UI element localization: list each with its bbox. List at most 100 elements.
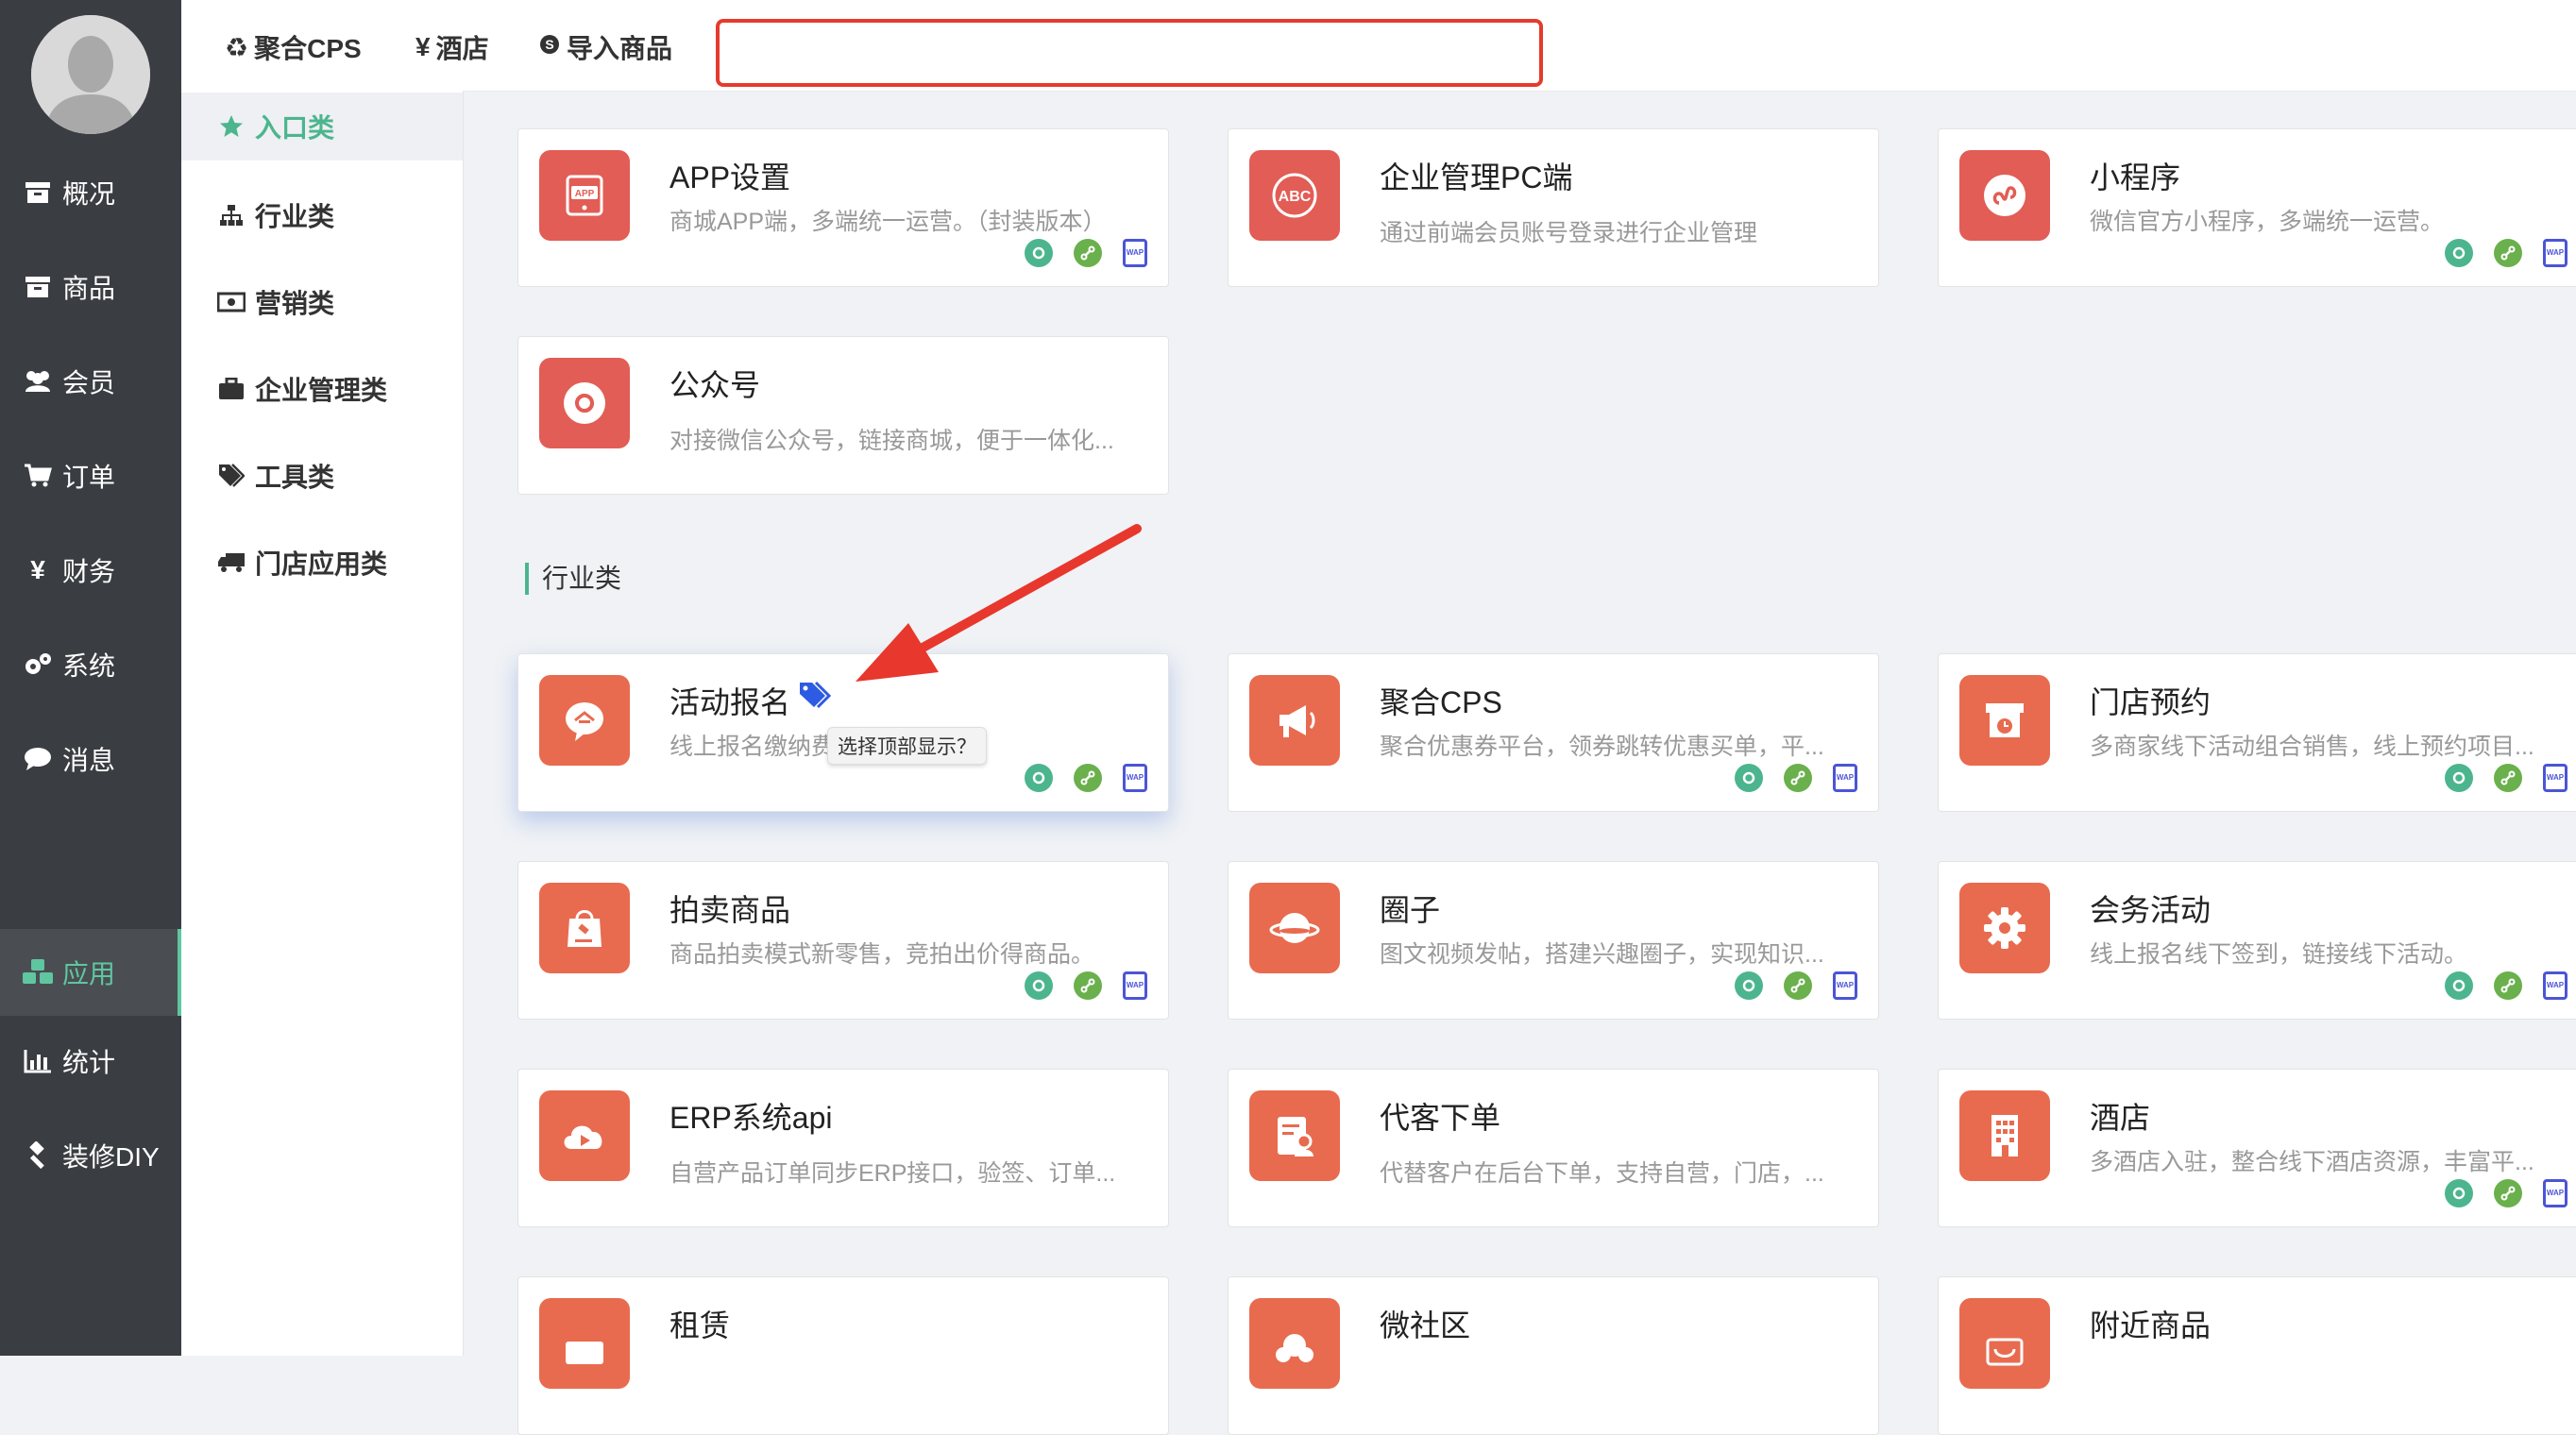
nav-apps-label: 应用 (62, 959, 116, 988)
store-clock-icon (1959, 675, 2050, 766)
nav-members-label: 会员 (62, 368, 116, 397)
subnav-store[interactable]: 门店应用类 (181, 529, 463, 597)
card-title: 聚合CPS (1380, 685, 1502, 719)
link-badge-icon (1784, 971, 1812, 1000)
pin-top-tag-icon[interactable] (799, 680, 835, 715)
card-desc: 自营产品订单同步ERP接口，验签、订单... (669, 1160, 1116, 1187)
app-card-community[interactable]: 微社区 (1228, 1276, 1879, 1435)
svg-text:S: S (545, 37, 553, 52)
subnav-enterprise-label: 企业管理类 (255, 376, 388, 405)
card-title: 门店预约 (2090, 685, 2212, 719)
link-badge-icon (2494, 1179, 2522, 1207)
card-title: 拍卖商品 (669, 893, 791, 927)
app-card-conference[interactable]: 会务活动 线上报名线下签到，链接线下活动。 WAP (1938, 861, 2576, 1020)
archive-icon (21, 270, 55, 304)
mini-program-badge-icon (1025, 239, 1053, 267)
app-card-proxy-order[interactable]: 代客下单 代替客户在后台下单，支持自营，门店，... (1228, 1069, 1879, 1227)
app-card-auction[interactable]: 拍卖商品 商品拍卖模式新零售，竞拍出价得商品。 WAP (517, 861, 1169, 1020)
abc-icon: ABC (1249, 150, 1340, 241)
nav-messages[interactable]: 消息 (0, 721, 181, 797)
wap-badge-icon: WAP (2543, 764, 2568, 792)
platform-badges: WAP (2445, 764, 2568, 792)
building-icon (1959, 1090, 2050, 1181)
platform-badges: WAP (2445, 1179, 2568, 1207)
avatar-silhouette-icon (31, 15, 150, 134)
app-card-hotel[interactable]: 酒店 多酒店入驻，整合线下酒店资源，丰富平... WAP (1938, 1069, 2576, 1227)
wap-badge-icon: WAP (1123, 764, 1147, 792)
mini-program-badge-icon (1735, 971, 1763, 1000)
platform-badges: WAP (1025, 239, 1147, 267)
main-sidebar: 概况 商品 会员 订单 ¥ 财务 系统 消息 应用 统计 装修DIY (0, 0, 181, 1356)
card-title: 圈子 (1380, 893, 1441, 927)
app-card-rent[interactable]: 租赁 (517, 1276, 1169, 1435)
app-card-official-account[interactable]: 公众号 对接微信公众号，链接商城，便于一体化... (517, 336, 1169, 495)
chat-bubble-icon (21, 742, 55, 776)
app-card-cps[interactable]: 聚合CPS 聚合优惠券平台，领券跳转优惠买单，平... WAP (1228, 653, 1879, 812)
wap-badge-icon: WAP (2543, 1179, 2568, 1207)
subnav-tools-label: 工具类 (255, 463, 335, 492)
link-badge-icon (1074, 239, 1102, 267)
subnav-industry[interactable]: 行业类 (181, 181, 463, 249)
nav-orders[interactable]: 订单 (0, 438, 181, 514)
money-bill-icon (217, 288, 246, 316)
tags-icon (217, 462, 246, 490)
subnav-marketing[interactable]: 营销类 (181, 268, 463, 336)
app-card-miniprogram[interactable]: 小程序 微信官方小程序，多端统一运营。 WAP (1938, 128, 2576, 287)
subnav-entry[interactable]: 入口类 (181, 93, 463, 160)
subnav-industry-label: 行业类 (255, 202, 335, 231)
app-card-store-booking[interactable]: 门店预约 多商家线下活动组合销售，线上预约项目... WAP (1938, 653, 2576, 812)
nav-apps[interactable]: 应用 (0, 929, 181, 1016)
nav-members[interactable]: 会员 (0, 344, 181, 419)
nav-orders-label: 订单 (62, 463, 116, 492)
nav-diy[interactable]: 装修DIY (0, 1118, 181, 1193)
app-card-erp-api[interactable]: ERP系统api 自营产品订单同步ERP接口，验签、订单... (517, 1069, 1169, 1227)
platform-badges: WAP (1025, 971, 1147, 1000)
gavel-icon (21, 1139, 55, 1173)
card-desc: 商品拍卖模式新零售，竞拍出价得商品。 (669, 941, 1095, 968)
section-title-industry: 行业类 (525, 563, 621, 595)
subnav-enterprise[interactable]: 企业管理类 (181, 355, 463, 423)
card-desc: 微信官方小程序，多端统一运营。 (2090, 209, 2445, 235)
briefcase-icon (217, 375, 246, 403)
top-tab-cps-label: 聚合CPS (254, 34, 362, 63)
svg-text:APP: APP (575, 189, 595, 199)
top-bar: ♻ 聚合CPS ¥ 酒店 S 导入商品 (181, 0, 2576, 92)
card-desc: 多酒店入驻，整合线下酒店资源，丰富平... (2090, 1149, 2534, 1175)
card-desc: 商城APP端，多端统一运营。（封装版本） (669, 209, 1107, 235)
link-badge-icon (1784, 764, 1812, 792)
bar-chart-icon (21, 1044, 55, 1078)
nav-stats[interactable]: 统计 (0, 1023, 181, 1099)
official-account-icon (539, 358, 630, 448)
mini-program-badge-icon (1025, 764, 1053, 792)
subnav-tools[interactable]: 工具类 (181, 442, 463, 510)
card-desc: 线上报名线下签到，链接线下活动。 (2090, 941, 2468, 968)
top-tab-cps[interactable]: ♻ 聚合CPS (225, 28, 362, 66)
top-search-input[interactable] (716, 19, 1543, 87)
user-avatar[interactable] (31, 15, 150, 134)
app-card-app-settings[interactable]: APP APP设置 商城APP端，多端统一运营。（封装版本） WAP (517, 128, 1169, 287)
cart-icon (21, 459, 55, 493)
wap-badge-icon: WAP (1833, 971, 1857, 1000)
card-title: 附近商品 (2090, 1308, 2212, 1342)
card-title: 企业管理PC端 (1380, 160, 1573, 194)
top-tab-hotel[interactable]: ¥ 酒店 (415, 28, 489, 66)
nav-overview[interactable]: 概况 (0, 155, 181, 230)
cloud-play-icon (539, 1090, 630, 1181)
category-sidebar: 入口类 行业类 营销类 企业管理类 工具类 门店应用类 (181, 91, 464, 1356)
top-tab-import[interactable]: S 导入商品 (538, 28, 672, 66)
platform-badges: WAP (1025, 764, 1147, 792)
card-desc: 聚合优惠券平台，领券跳转优惠买单，平... (1380, 734, 1824, 760)
svg-text:ABC: ABC (1279, 189, 1312, 205)
nav-products[interactable]: 商品 (0, 249, 181, 325)
app-card-enterprise-pc[interactable]: ABC 企业管理PC端 通过前端会员账号登录进行企业管理 (1228, 128, 1879, 287)
nav-finance[interactable]: ¥ 财务 (0, 532, 181, 608)
nav-diy-label: 装修DIY (62, 1142, 160, 1172)
nav-overview-label: 概况 (62, 179, 116, 209)
app-card-circle[interactable]: 圈子 图文视频发帖，搭建兴趣圈子，实现知识... WAP (1228, 861, 1879, 1020)
community-icon (1249, 1298, 1340, 1389)
nav-system[interactable]: 系统 (0, 627, 181, 702)
miniprogram-icon (1959, 150, 2050, 241)
app-card-nearby[interactable]: 附近商品 (1938, 1276, 2576, 1435)
link-badge-icon (1074, 764, 1102, 792)
card-title: 租赁 (669, 1308, 731, 1342)
